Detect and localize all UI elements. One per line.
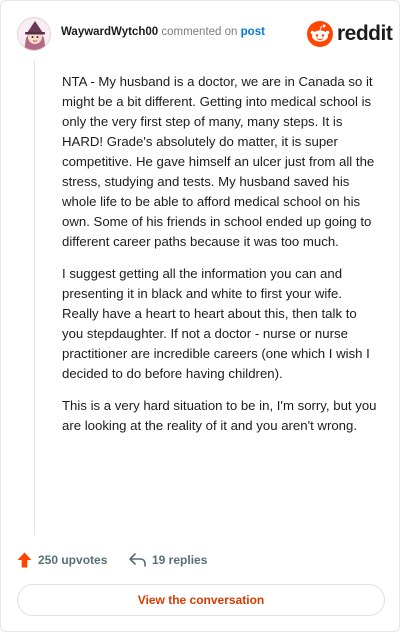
post-link[interactable]: post <box>241 26 265 38</box>
reply-count: 19 replies <box>152 553 208 567</box>
comment-paragraph: This is a very hard situation to be in, … <box>62 398 377 433</box>
comment-body: NTA - My husband is a doctor, we are in … <box>62 72 380 448</box>
comment-header: WaywardWytch00 commented on post reddit <box>17 17 393 51</box>
comment-footer: 250 upvotes 19 replies <box>17 549 385 571</box>
reply-arrow-icon <box>129 553 146 567</box>
upvote-button[interactable]: 250 upvotes <box>17 549 107 571</box>
avatar-illustration <box>18 18 50 50</box>
thread-line[interactable] <box>34 61 35 535</box>
view-conversation-button[interactable]: View the conversation <box>17 584 385 616</box>
avatar[interactable] <box>17 17 51 51</box>
username-link[interactable]: WaywardWytch00 <box>61 26 158 38</box>
comment-paragraph: I suggest getting all the information yo… <box>62 266 370 381</box>
view-conversation-label: View the conversation <box>137 593 265 607</box>
replies-button[interactable]: 19 replies <box>129 549 207 571</box>
reddit-snoo-icon <box>307 21 333 47</box>
comment-card: WaywardWytch00 commented on post reddit <box>0 0 400 632</box>
comment-paragraph: NTA - My husband is a doctor, we are in … <box>62 74 375 249</box>
reddit-logo[interactable]: reddit <box>307 19 393 49</box>
action-text: commented on <box>161 26 238 38</box>
reddit-wordmark: reddit <box>337 22 393 45</box>
upvote-count: 250 upvotes <box>38 553 108 567</box>
comment-meta: WaywardWytch00 commented on post <box>61 26 265 38</box>
upvote-arrow-icon <box>17 552 32 568</box>
